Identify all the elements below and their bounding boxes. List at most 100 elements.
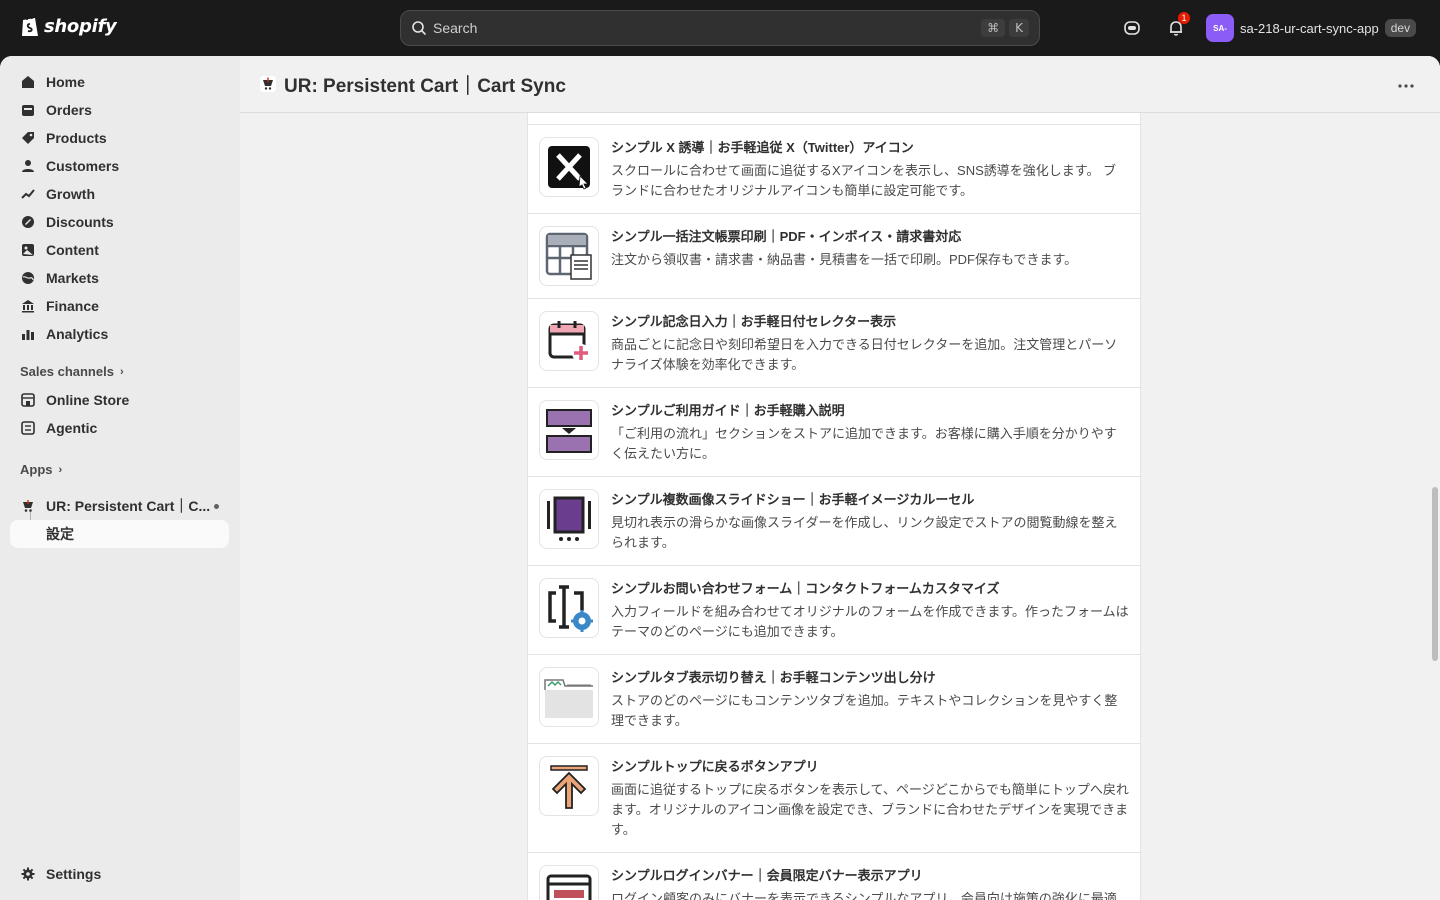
app-recommendations-list: シンプル X 誘導｜お手軽追従 X（Twitter）アイコン スクロールに合わせ…: [527, 113, 1141, 900]
main-content: UR: Persistent Cart｜Cart Sync シンプル X 誘導｜…: [240, 56, 1440, 900]
orders-icon: [20, 102, 36, 118]
sidebar-item-growth[interactable]: Growth: [10, 180, 229, 208]
list-item[interactable]: シンプルログインバナー｜会員限定バナー表示アプリ ログイン顧客のみにバナーを表示…: [528, 852, 1140, 900]
invoice-table-icon: [539, 226, 599, 286]
list-item[interactable]: シンプル X 誘導｜お手軽追従 X（Twitter）アイコン スクロールに合わせ…: [528, 124, 1140, 213]
carousel-icon: [539, 489, 599, 549]
gear-icon: [20, 866, 36, 882]
calendar-add-icon: [539, 311, 599, 371]
discount-icon: [20, 214, 36, 230]
list-item[interactable]: シンプルトップに戻るボタンアプリ 画面に追従するトップに戻るボタンを表示して、ペ…: [528, 743, 1140, 852]
search-icon: [412, 21, 426, 35]
list-item[interactable]: シンプル複数画像スライドショー｜お手軽イメージカルーセル 見切れ表示の滑らかな画…: [528, 476, 1140, 565]
shopify-bag-icon: [22, 15, 38, 36]
sidebar-item-label: Agentic: [46, 420, 98, 436]
app-title: シンプルトップに戻るボタンアプリ: [611, 759, 819, 774]
sidebar-item-products[interactable]: Products: [10, 124, 229, 152]
chart-icon: [20, 326, 36, 342]
x-logo-icon: [539, 137, 599, 197]
pin-dot-icon[interactable]: [214, 503, 219, 509]
list-item[interactable]: シンプルご利用ガイド｜お手軽購入説明 「ご利用の流れ」セクションをストアに追加で…: [528, 387, 1140, 476]
app-title: シンプル複数画像スライドショー｜お手軽イメージカルーセル: [611, 492, 975, 507]
person-icon: [20, 158, 36, 174]
cart-sync-app-icon: [260, 76, 276, 92]
notifications-button[interactable]: 1: [1164, 12, 1190, 40]
sidebar-item-app[interactable]: UR: Persistent Cart｜C...: [10, 492, 229, 520]
avatar: SA-: [1206, 14, 1234, 42]
search-bar[interactable]: ⌘ K: [400, 10, 1040, 46]
env-badge: dev: [1384, 19, 1417, 37]
scrollbar-thumb[interactable]: [1432, 487, 1438, 661]
sales-channels-header[interactable]: Sales channels ›: [20, 364, 124, 379]
sidebar-item-finance[interactable]: Finance: [10, 292, 229, 320]
content-icon: [20, 242, 36, 258]
arrow-up-icon: [539, 756, 599, 816]
login-banner-icon: [539, 865, 599, 900]
sidebar-item-label: Home: [46, 74, 85, 90]
sidekick-icon: [1124, 21, 1140, 35]
more-actions-button[interactable]: [1394, 74, 1418, 98]
home-icon: [20, 74, 36, 90]
section-label: Apps: [20, 462, 53, 477]
sidebar-item-customers[interactable]: Customers: [10, 152, 229, 180]
app-description: 注文から領収書・請求書・納品書・見積書を一括で印刷。PDF保存もできます。: [611, 252, 1078, 267]
search-input[interactable]: [433, 20, 978, 36]
sidebar-item-home[interactable]: Home: [10, 68, 229, 96]
app-title: シンプルログインバナー｜会員限定バナー表示アプリ: [611, 868, 923, 883]
tabs-icon: [539, 667, 599, 727]
sidebar-item-analytics[interactable]: Analytics: [10, 320, 229, 348]
account-menu[interactable]: SA- sa-218-ur-cart-sync-app dev: [1206, 14, 1417, 42]
sidebar-item-discounts[interactable]: Discounts: [10, 208, 229, 236]
notification-badge: 1: [1178, 12, 1190, 24]
account-name: sa-218-ur-cart-sync-app: [1240, 20, 1379, 36]
admin-frame: Home Orders Products Customers Growth Di…: [0, 56, 1440, 900]
guide-steps-icon: [539, 400, 599, 460]
sidebar-item-settings[interactable]: Settings: [10, 860, 229, 888]
page-title: UR: Persistent Cart｜Cart Sync: [284, 75, 566, 97]
sidebar-item-agentic[interactable]: Agentic: [10, 414, 229, 442]
chevron-right-icon: ›: [119, 365, 124, 378]
sidebar: Home Orders Products Customers Growth Di…: [0, 56, 240, 900]
logo-text: shopify: [44, 15, 117, 37]
sidebar-item-label: Content: [46, 242, 99, 258]
list-item[interactable]: シンプルお問い合わせフォーム｜コンタクトフォームカスタマイズ 入力フィールドを組…: [528, 565, 1140, 654]
app-description: 見切れ表示の滑らかな画像スライダーを作成し、リンク設定でストアの閲覧動線を整えら…: [611, 515, 1118, 550]
list-item[interactable]: シンプル記念日入力｜お手軽日付セレクター表示 商品ごとに記念日や刻印希望日を入力…: [528, 298, 1140, 387]
shopify-logo[interactable]: shopify: [20, 14, 117, 38]
top-bar: shopify ⌘ K 1 SA- sa-218-ur-cart-sync-ap…: [0, 0, 1440, 56]
globe-icon: [20, 270, 36, 286]
shortcut-cmd: ⌘: [981, 19, 1006, 37]
chevron-right-icon: ›: [58, 463, 63, 476]
growth-icon: [20, 186, 36, 202]
app-title: シンプル記念日入力｜お手軽日付セレクター表示: [611, 314, 897, 329]
sidebar-item-label: Analytics: [46, 326, 109, 342]
sidebar-item-online-store[interactable]: Online Store: [10, 386, 229, 414]
app-title-bar: UR: Persistent Cart｜Cart Sync: [240, 56, 1440, 113]
sidebar-item-markets[interactable]: Markets: [10, 264, 229, 292]
sidebar-item-label: Finance: [46, 298, 99, 314]
apps-header[interactable]: Apps ›: [20, 462, 62, 477]
sidebar-item-label: Markets: [46, 270, 99, 286]
app-title: シンプル X 誘導｜お手軽追従 X（Twitter）アイコン: [611, 140, 914, 155]
app-description: 「ご利用の流れ」セクションをストアに追加できます。お客様に購入手順を分かりやすく…: [611, 426, 1117, 461]
sidekick-button[interactable]: [1120, 16, 1144, 40]
sidebar-item-label: Settings: [46, 866, 102, 882]
sidebar-item-orders[interactable]: Orders: [10, 96, 229, 124]
sidebar-item-label: Growth: [46, 186, 95, 202]
list-item[interactable]: シンプル一括注文帳票印刷｜PDF・インボイス・請求書対応 注文から領収書・請求書…: [528, 213, 1140, 298]
sidebar-item-app-settings[interactable]: 設定: [10, 520, 229, 548]
list-item[interactable]: シンプルタブ表示切り替え｜お手軽コンテンツ出し分け ストアのどのページにもコンテ…: [528, 654, 1140, 743]
bank-icon: [20, 298, 36, 314]
app-title: シンプル一括注文帳票印刷｜PDF・インボイス・請求書対応: [611, 229, 962, 244]
app-description: ストアのどのページにもコンテンツタブを追加。テキストやコレクションを見やすく整理…: [611, 693, 1118, 728]
sidebar-item-content[interactable]: Content: [10, 236, 229, 264]
section-label: Sales channels: [20, 364, 114, 379]
app-name: UR: Persistent Cart｜C...: [46, 498, 211, 514]
form-settings-icon: [539, 578, 599, 638]
app-title: シンプルお問い合わせフォーム｜コンタクトフォームカスタマイズ: [611, 581, 1000, 596]
store-icon: [20, 392, 36, 408]
app-description: ログイン顧客のみにバナーを表示できるシンプルなアプリ。会員向け施策の強化に最適: [611, 891, 1117, 900]
shortcut-key: K: [1009, 19, 1029, 37]
sidebar-item-label: Products: [46, 130, 107, 146]
sidebar-item-label: Online Store: [46, 392, 130, 408]
